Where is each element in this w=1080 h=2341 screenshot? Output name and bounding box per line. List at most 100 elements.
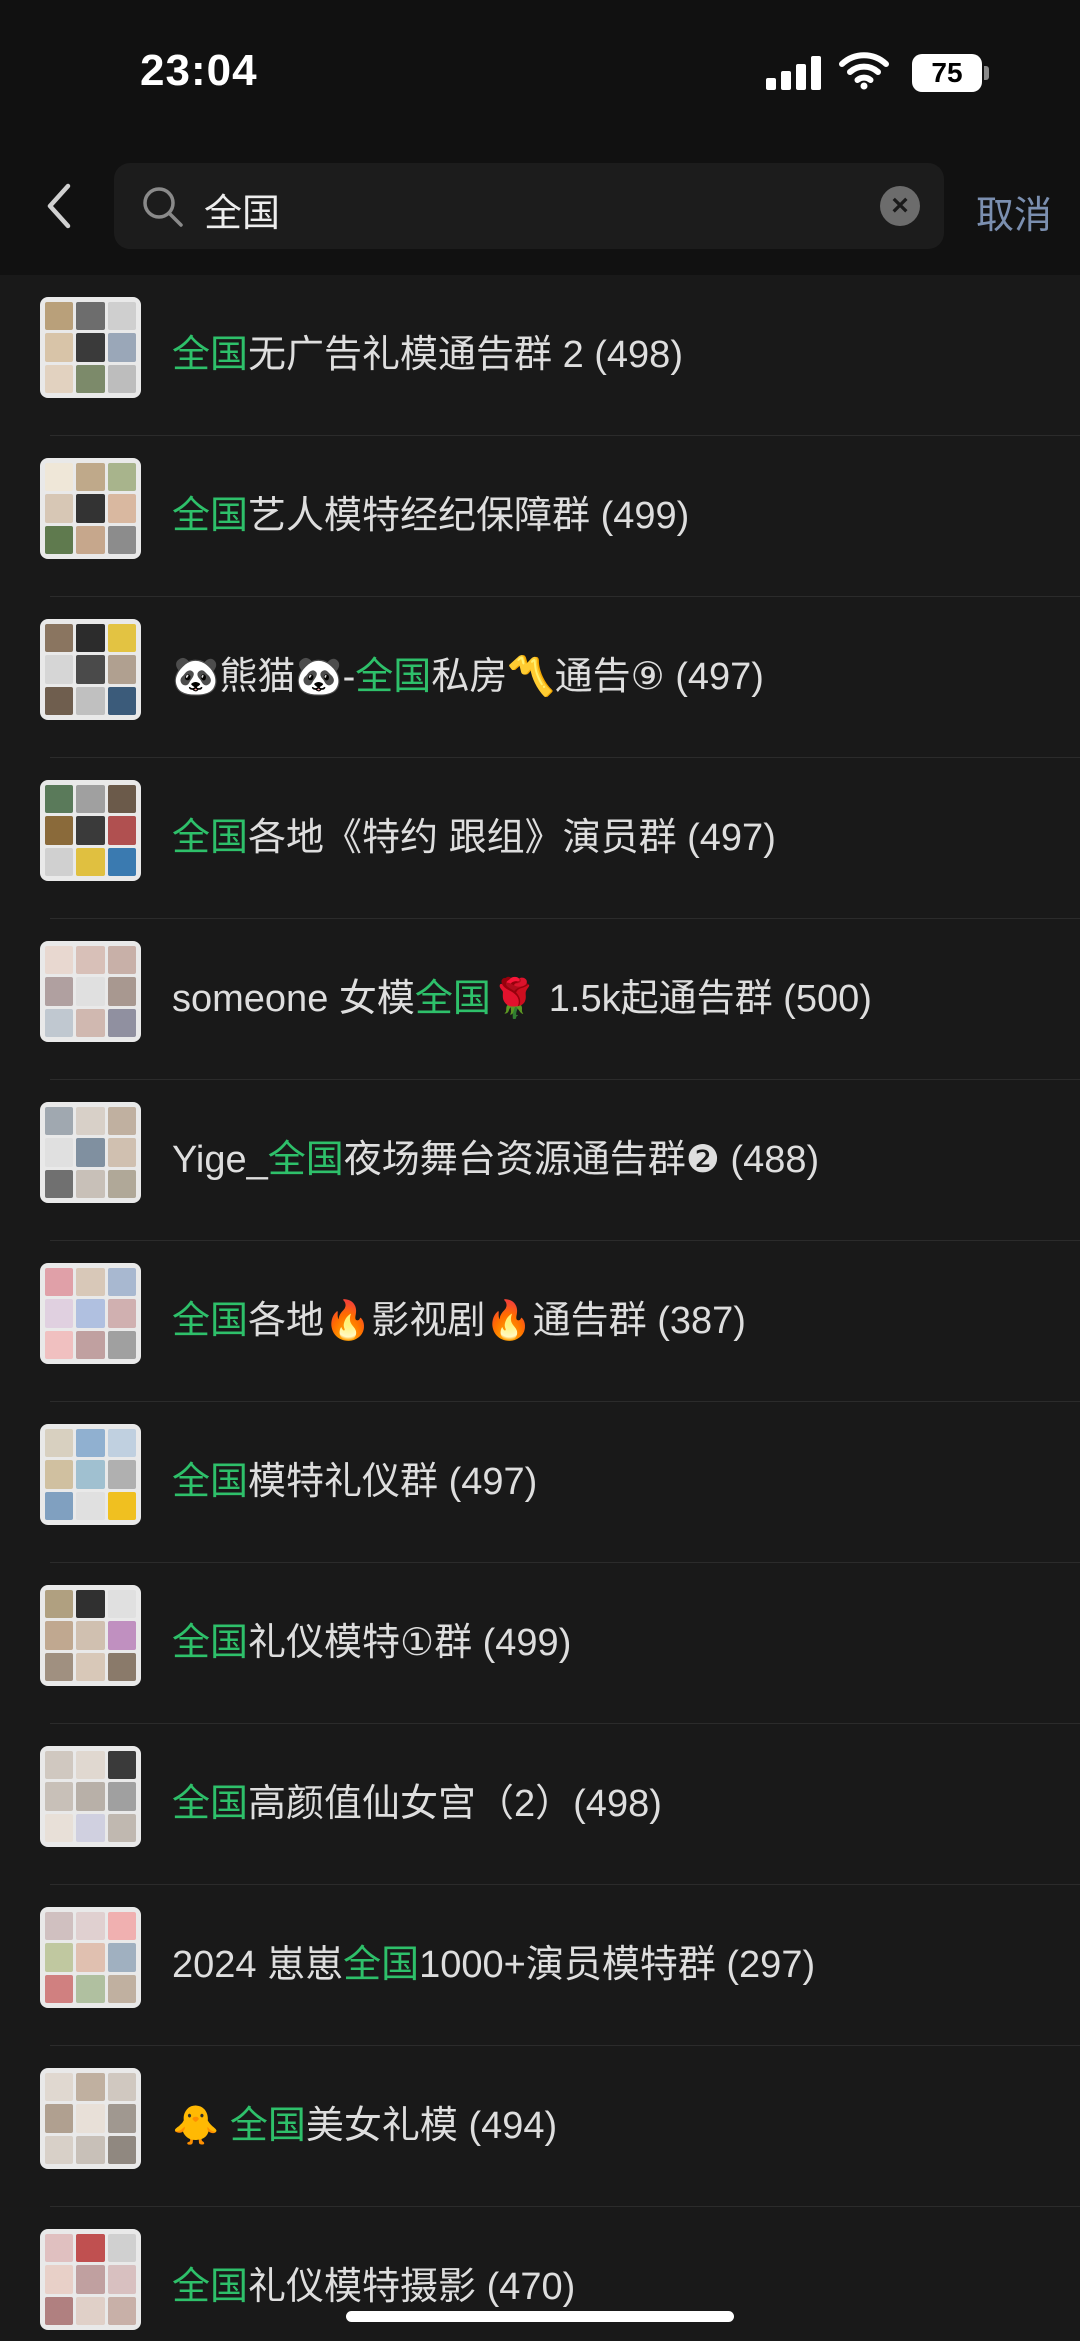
avatar-tile [76,1268,105,1297]
avatar-tile [76,302,105,331]
group-avatar [40,458,141,559]
title-highlight: 全国 [229,2105,306,2147]
result-row[interactable]: 全国礼仪模特①群 (499) [0,1563,1080,1724]
cancel-button[interactable]: 取消 [976,184,1052,239]
avatar-tile [107,525,136,554]
avatar-tile [45,2296,74,2325]
avatar-tile [107,463,136,492]
avatar-tile [76,1652,105,1681]
avatar-tile [45,364,74,393]
result-row[interactable]: someone 女模全国🌹 1.5k起通告群 (500) [0,919,1080,1080]
status-bar: 23:04 75 [0,0,1080,150]
avatar-tile [107,1330,136,1359]
result-row[interactable]: Yige_全国夜场舞台资源通告群❷ (488) [0,1080,1080,1241]
avatar-tile [76,847,105,876]
avatar-tile [76,977,105,1006]
signal-icon [766,56,822,90]
title-prefix: 🐼熊猫🐼- [172,656,356,698]
result-title: 全国礼仪模特①群 (499) [172,1611,1052,1666]
result-row[interactable]: 全国各地《特约 跟组》演员群 (497) [0,758,1080,919]
avatar-tile [107,686,136,715]
group-avatar [40,297,141,398]
result-row[interactable]: 🐥 全国美女礼模 (494) [0,2046,1080,2207]
title-suffix: 艺人模特经纪保障群 (499) [248,495,690,537]
result-row[interactable]: 全国高颜值仙女宫（2）(498) [0,1724,1080,1885]
avatar-tile [45,1782,74,1811]
result-row[interactable]: 全国各地🔥影视剧🔥通告群 (387) [0,1241,1080,1402]
avatar-tile [45,946,74,975]
avatar-tile [76,1107,105,1136]
avatar-tile [107,2104,136,2133]
avatar-tile [76,1813,105,1842]
avatar-tile [76,463,105,492]
wifi-icon [839,52,889,90]
avatar-tile [45,463,74,492]
result-row[interactable]: 全国无广告礼模通告群 2 (498) [0,275,1080,436]
avatar-tile [107,816,136,845]
search-input[interactable]: 全国 [204,182,280,237]
title-suffix: 美女礼模 (494) [305,2105,558,2147]
avatar-tile [45,1107,74,1136]
back-arrow-icon[interactable] [40,178,80,234]
avatar-tile [45,333,74,362]
avatar-tile [45,1268,74,1297]
avatar-tile [45,847,74,876]
title-highlight: 全国 [172,2266,249,2308]
group-avatar [40,1424,141,1525]
clear-icon[interactable]: × [880,186,920,226]
result-title: 全国高颜值仙女宫（2）(498) [172,1772,1052,1827]
avatar-tile [76,624,105,653]
result-row[interactable]: 🐼熊猫🐼-全国私房〽️通告⑨ (497) [0,597,1080,758]
avatar-tile [76,1169,105,1198]
home-indicator[interactable] [346,2311,734,2322]
avatar-tile [76,1330,105,1359]
avatar-tile [45,525,74,554]
avatar-tile [45,624,74,653]
avatar-tile [45,2135,74,2164]
avatar-tile [107,1299,136,1328]
avatar-tile [45,785,74,814]
avatar-tile [107,1782,136,1811]
avatar-tile [76,1138,105,1167]
avatar-tile [76,686,105,715]
avatar-tile [76,1974,105,2003]
avatar-tile [76,1491,105,1520]
title-suffix: 1000+演员模特群 (297) [419,1944,816,1986]
avatar-tile [107,1621,136,1650]
avatar-tile [76,785,105,814]
title-highlight: 全国 [172,334,249,376]
avatar-tile [107,1652,136,1681]
title-prefix: someone 女模 [172,978,415,1020]
result-title: 🐼熊猫🐼-全国私房〽️通告⑨ (497) [172,645,1052,700]
avatar-tile [107,1169,136,1198]
result-row[interactable]: 全国艺人模特经纪保障群 (499) [0,436,1080,597]
avatar-tile [107,977,136,1006]
avatar-tile [45,1429,74,1458]
title-suffix: 高颜值仙女宫（2）(498) [248,1783,662,1825]
result-row[interactable]: 2024 崽崽全国1000+演员模特群 (297) [0,1885,1080,2046]
title-suffix: 🌹 1.5k起通告群 (500) [490,978,872,1020]
avatar-tile [45,816,74,845]
results-list: 全国无广告礼模通告群 2 (498) 全国艺人模特经纪保障群 (499) 🐼熊猫🐼-… [0,275,1080,2341]
title-highlight: 全国 [343,1944,420,1986]
avatar-tile [107,494,136,523]
avatar-tile [76,946,105,975]
title-highlight: 全国 [172,1461,249,1503]
group-avatar [40,619,141,720]
avatar-tile [107,1107,136,1136]
result-row[interactable]: 全国模特礼仪群 (497) [0,1402,1080,1563]
avatar-tile [45,1299,74,1328]
avatar-tile [107,364,136,393]
avatar-tile [107,1268,136,1297]
avatar-tile [76,655,105,684]
avatar-tile [45,655,74,684]
title-highlight: 全国 [172,1622,249,1664]
avatar-tile [107,2234,136,2263]
avatar-tile [76,1943,105,1972]
group-avatar [40,1263,141,1364]
avatar-tile [76,1751,105,1780]
result-title: 全国礼仪模特摄影 (470) [172,2255,1052,2310]
avatar-tile [107,2073,136,2102]
avatar-tile [76,2296,105,2325]
group-avatar [40,941,141,1042]
